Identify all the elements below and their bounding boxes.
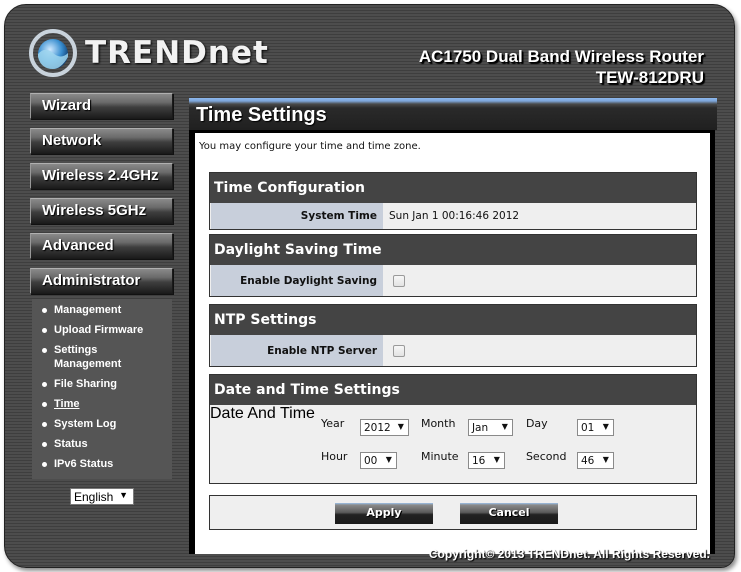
bullet-icon [42,442,47,447]
chevron-down-icon: ▼ [385,455,392,464]
enable-daylight-saving-label: Enable Daylight Saving [211,265,383,296]
language-value: English [74,490,114,504]
month-label: Month [420,417,456,430]
nav-advanced[interactable]: Advanced [30,233,173,259]
page-header: Time Settings [189,98,717,130]
nav-network[interactable]: Network [30,128,173,154]
submenu-item-status[interactable]: Status [42,437,172,451]
minute-label: Minute [420,450,459,463]
year-label: Year [320,417,345,430]
product-title: AC1750 Dual Band Wireless Router TEW-812… [419,46,704,88]
system-time-value: Sun Jan 1 00:16:46 2012 [389,210,520,222]
month-select[interactable]: Jan ▼ [467,419,513,436]
daylight-saving-section: Daylight Saving Time Enable Daylight Sav… [209,234,697,297]
enable-ntp-server-label: Enable NTP Server [211,335,383,366]
second-select[interactable]: 46 ▼ [576,452,614,469]
content-panel: You may configure your time and time zon… [189,130,715,554]
second-label: Second [525,450,567,463]
submenu-item-management[interactable]: Management [42,303,172,317]
trendnet-logo-icon [29,29,77,77]
ntp-settings-section: NTP Settings Enable NTP Server [209,304,697,367]
date-time-settings-section: Date and Time Settings Date And Time Yea… [209,374,697,484]
system-time-label: System Time [211,203,383,229]
section-title: NTP Settings [210,305,696,335]
bullet-icon [42,382,47,387]
hour-select[interactable]: 00 ▼ [359,452,397,469]
product-model-line: AC1750 Dual Band Wireless Router [418,47,704,66]
bullet-icon [42,402,47,407]
page-title: Time Settings [196,104,327,126]
chevron-down-icon: ▼ [493,455,500,464]
language-select[interactable]: English ▼ [70,488,134,505]
submenu-item-system-log[interactable]: System Log [42,417,172,431]
bullet-icon [42,308,47,313]
nav-administrator[interactable]: Administrator [30,268,173,294]
page-intro: You may configure your time and time zon… [199,141,421,152]
bullet-icon [42,462,47,467]
section-title: Date and Time Settings [210,375,696,405]
section-title: Time Configuration [210,173,696,203]
minute-select[interactable]: 16 ▼ [467,452,505,469]
nav-wireless-24ghz[interactable]: Wireless 2.4GHz [30,163,173,189]
chevron-down-icon: ▼ [602,455,609,464]
apply-button[interactable]: Apply [335,503,433,524]
enable-ntp-server-checkbox[interactable] [393,344,405,357]
submenu-item-ipv6-status[interactable]: IPv6 Status [42,457,172,471]
chevron-down-icon: ▼ [119,490,128,500]
nav-wizard[interactable]: Wizard [30,93,173,119]
day-label: Day [525,417,548,430]
time-configuration-section: Time Configuration System Time Sun Jan 1… [209,172,697,230]
submenu-item-settings-management[interactable]: Settings Management [42,343,142,371]
action-bar: Apply Cancel [209,495,697,530]
date-and-time-label: Date And Time [210,405,315,422]
router-admin-frame: TRENDnet AC1750 Dual Band Wireless Route… [4,4,735,568]
submenu-item-time[interactable]: Time [42,397,172,411]
cancel-button[interactable]: Cancel [460,503,558,524]
copyright-text: Copyright© 2013 TRENDnet. All Rights Res… [428,547,710,561]
enable-daylight-saving-checkbox[interactable] [393,274,405,287]
hour-label: Hour [320,450,348,463]
day-select[interactable]: 01 ▼ [576,419,614,436]
chevron-down-icon: ▼ [397,422,404,431]
product-model-number: TEW-812DRU [595,68,704,87]
bullet-icon [42,348,47,353]
submenu-item-file-sharing[interactable]: File Sharing [42,377,172,391]
chevron-down-icon: ▼ [602,422,609,431]
chevron-down-icon: ▼ [501,422,508,431]
section-title: Daylight Saving Time [210,235,696,265]
administrator-submenu: Management Upload Firmware Settings Mana… [32,299,172,479]
brand-name: TRENDnet [85,35,269,71]
submenu-item-upload-firmware[interactable]: Upload Firmware [42,323,172,337]
bullet-icon [42,328,47,333]
nav-wireless-5ghz[interactable]: Wireless 5GHz [30,198,173,224]
bullet-icon [42,422,47,427]
year-select[interactable]: 2012 ▼ [359,419,409,436]
